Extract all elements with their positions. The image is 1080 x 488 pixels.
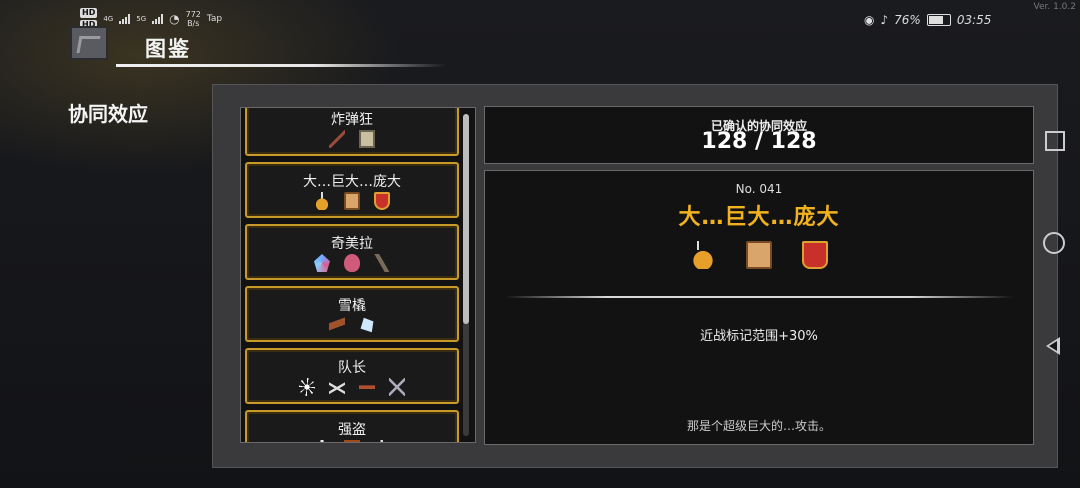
home-button[interactable] [1040,229,1068,257]
book-icon [344,192,360,210]
recent-apps-button[interactable] [1040,126,1068,154]
synergy-list-item-icons [247,440,457,442]
synergy-list-item[interactable]: 奇美拉 [245,224,459,280]
synergy-list-item-icons [247,192,457,210]
claw-icon [329,378,345,396]
wifi-icon: ◔ [169,12,180,26]
signal-icon [152,14,164,24]
synergy-list-item[interactable]: 雪橇 [245,286,459,342]
synergy-list-item-icons [247,130,457,148]
synergy-list-item-name: 奇美拉 [331,236,373,252]
synergy-number: No. 041 [735,182,783,196]
synergy-list-item[interactable]: 强盗 [245,410,459,442]
hook-icon [374,440,390,442]
scrollbar[interactable] [463,114,469,436]
scroll-thumb[interactable] [463,114,469,324]
synergy-list-item[interactable]: 大…巨大…庞大 [245,162,459,218]
back-nav-button[interactable] [1040,333,1068,361]
speed-value: 772 [185,10,201,19]
chest-icon [344,440,360,442]
synergy-detail: No. 041 大…巨大…庞大 近战标记范围+30% 那是个超级巨大的…攻击。 [484,170,1034,445]
confirmed-count-box: 已确认的协同效应 128 / 128 [484,106,1034,164]
lizard-icon [374,254,390,272]
shield-icon [374,192,390,210]
back-button[interactable] [70,26,108,60]
battery-percent: 76% [894,13,921,27]
synergy-list-item-name: 队长 [338,360,366,376]
synergy-list-item-name: 炸弹狂 [331,112,373,128]
synergy-name: 大…巨大…庞大 [678,205,840,230]
scroll-icon [359,130,375,148]
synergy-list-inner: 炸弹狂大…巨大…庞大 奇美拉雪橇队长强盗 [245,108,459,442]
dagger-icon [314,440,330,442]
plank-icon [329,316,345,334]
signal-type: 4G [103,15,114,23]
synergy-list-item-name: 雪橇 [338,298,366,314]
section-title: 协同效应 [68,102,148,126]
signal-icon [119,14,131,24]
synergy-list-item-name: 大…巨大…庞大 [303,174,401,190]
synergy-list-item-icons [247,254,457,272]
crystal-icon [314,254,330,272]
hd-badge: HD [80,8,98,18]
flask-icon [690,241,716,269]
book-icon [746,241,772,269]
synergy-list-item-icons [247,316,457,334]
page-title: 图鉴 [145,37,191,61]
synergy-list-item-name: 强盗 [338,422,366,438]
shield-icon [802,241,828,269]
swords-icon [389,378,405,396]
synergy-list-item[interactable]: 炸弹狂 [245,108,459,156]
flask-icon [314,192,330,210]
synergy-list-item-icons [247,378,457,396]
battery-fill [928,16,943,24]
clock: 03:55 [956,13,992,27]
header-underline [116,64,446,67]
branch-icon [329,130,345,148]
speed-unit: B/s [187,19,200,28]
synergy-list-item[interactable]: 队长 [245,348,459,404]
battery-icon [926,14,951,26]
eye-icon: ◉ [864,13,875,27]
synergy-item-icons [485,241,1033,269]
signal-type: 5G [136,15,147,23]
divider [505,296,1013,298]
tap-label: Tap [206,14,223,24]
synergy-list[interactable]: 炸弹狂大…巨大…庞大 奇美拉雪橇队长强盗 [240,107,476,443]
star-icon [299,378,315,396]
synergy-flavor-text: 那是个超级巨大的…攻击。 [686,419,831,433]
status-right: ◉ ♪ 76% 03:55 [864,13,991,27]
egg-icon [344,254,360,272]
gun-icon [359,378,375,396]
confirmed-count: 128 / 128 [701,129,817,154]
ice-icon [360,317,374,333]
synergy-effect: 近战标记范围+30% [700,329,818,344]
version-label: Ver. 1.0.2 [1033,2,1077,12]
mute-icon: ♪ [880,13,889,27]
network-speed: 772 B/s [186,10,201,28]
